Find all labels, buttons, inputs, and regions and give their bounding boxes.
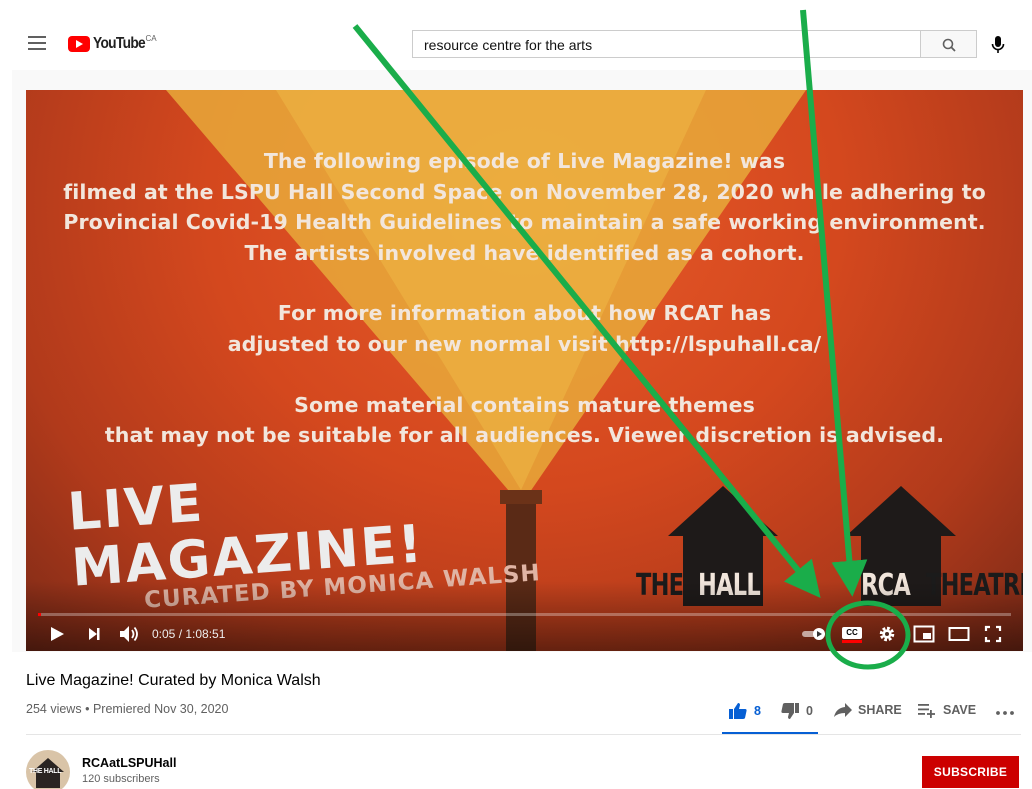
video-title: Live Magazine! Curated by Monica Walsh bbox=[26, 672, 321, 689]
share-button[interactable]: SHARE bbox=[833, 702, 902, 718]
cc-active-indicator bbox=[842, 640, 862, 643]
video-meta: 254 views • Premiered Nov 30, 2020 bbox=[26, 702, 228, 716]
divider bbox=[26, 734, 1021, 735]
channel-avatar[interactable]: THE HALL bbox=[26, 750, 70, 789]
cc-icon: CC bbox=[842, 627, 862, 639]
search-input-value: resource centre for the arts bbox=[424, 37, 593, 53]
microphone-icon[interactable] bbox=[990, 34, 1006, 56]
overlay-line: filmed at the LSPU Hall Second Space on … bbox=[63, 179, 986, 204]
save-label: SAVE bbox=[943, 703, 977, 717]
logo-text: YouTube bbox=[93, 35, 146, 52]
logo-region: CA bbox=[145, 34, 157, 43]
play-icon[interactable] bbox=[48, 625, 66, 643]
masthead: YouTube CA resource centre for the arts bbox=[0, 0, 1032, 72]
progress-bar[interactable] bbox=[38, 613, 1011, 616]
overlay-line: Some material contains mature themes bbox=[294, 392, 755, 417]
progress-bar-fill bbox=[38, 613, 41, 616]
overlay-line: Provincial Covid-19 Health Guidelines to… bbox=[63, 210, 986, 235]
subscribe-button[interactable]: SUBSCRIBE bbox=[922, 756, 1019, 788]
thumbs-up-icon bbox=[729, 703, 747, 719]
channel-name[interactable]: RCAatLSPUHall bbox=[82, 756, 176, 770]
more-actions-icon[interactable] bbox=[995, 710, 1015, 716]
like-count: 8 bbox=[754, 704, 761, 718]
overlay-line: For more information about how RCAT has bbox=[277, 301, 772, 326]
subtitles-button[interactable]: CC bbox=[842, 627, 862, 643]
miniplayer-icon[interactable] bbox=[913, 625, 935, 643]
search-icon bbox=[942, 38, 956, 52]
share-icon bbox=[834, 703, 852, 717]
premiere-date: Premiered Nov 30, 2020 bbox=[92, 702, 229, 716]
dislike-count: 0 bbox=[806, 704, 813, 718]
search-input[interactable]: resource centre for the arts bbox=[412, 30, 921, 58]
dislike-button[interactable]: 0 bbox=[780, 702, 813, 720]
overlay-line: The following episode of Live Magazine! … bbox=[263, 149, 786, 173]
meta-separator: • bbox=[85, 702, 90, 716]
subscriber-count: 120 subscribers bbox=[82, 773, 160, 785]
volume-icon[interactable] bbox=[118, 624, 140, 644]
like-button[interactable]: 8 bbox=[728, 702, 761, 720]
theater-mode-icon[interactable] bbox=[948, 626, 970, 642]
youtube-logo[interactable]: YouTube CA bbox=[68, 33, 157, 55]
time-display: 0:05 / 1:08:51 bbox=[152, 627, 226, 641]
fullscreen-icon[interactable] bbox=[984, 625, 1002, 643]
youtube-play-icon bbox=[68, 36, 90, 52]
overlay-line: adjusted to our new normal visit http://… bbox=[227, 331, 822, 356]
overlay-line: The artists involved have identified as … bbox=[244, 240, 805, 265]
search-button[interactable] bbox=[920, 30, 977, 58]
thumbs-down-icon bbox=[781, 703, 799, 719]
settings-gear-icon[interactable] bbox=[878, 625, 896, 643]
playlist-add-icon bbox=[918, 704, 935, 718]
guide-menu-icon[interactable] bbox=[28, 36, 46, 50]
view-count: 254 views bbox=[26, 702, 82, 716]
share-label: SHARE bbox=[858, 703, 902, 717]
avatar-text: THE HALL bbox=[29, 768, 62, 775]
autoplay-toggle[interactable] bbox=[801, 627, 827, 641]
overlay-line: that may not be suitable for all audienc… bbox=[104, 423, 945, 448]
video-overlay-text: The following episode of Live Magazine! … bbox=[26, 146, 1023, 451]
next-icon[interactable] bbox=[86, 626, 102, 642]
video-player[interactable]: THE HALL RCA THEATRE The following episo… bbox=[26, 90, 1023, 651]
save-button[interactable]: SAVE bbox=[917, 702, 976, 718]
